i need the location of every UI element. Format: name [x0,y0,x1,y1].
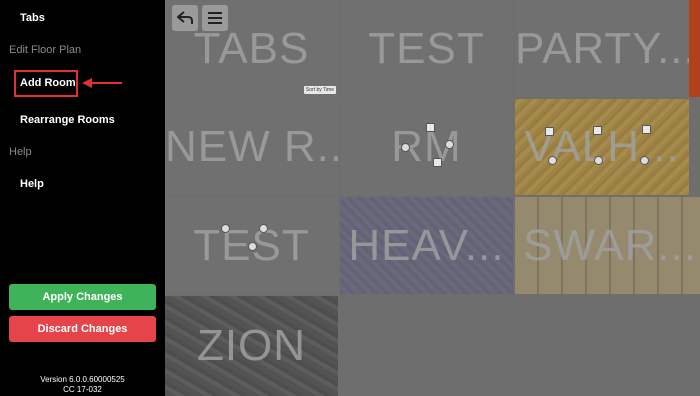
sidebar: Tabs Edit Floor Plan Add Room Rearrange … [0,0,165,396]
table-marker [426,123,435,132]
table-marker [548,156,557,165]
version-text: Version 6.0.0.60000525 [40,375,125,384]
table-marker [593,126,602,135]
back-button[interactable] [172,5,198,31]
menu-item-tabs[interactable]: Tabs [20,12,45,24]
table-marker [248,242,257,251]
room-tile[interactable]: ZION [165,296,338,396]
party-tile-edge [689,0,700,97]
table-marker [640,156,649,165]
room-label: TEST [368,23,485,73]
room-grid: TABS Sort by Time TEST PARTY... NEW R...… [165,0,700,396]
edit-floor-plan-header: Edit Floor Plan [9,44,82,56]
room-tile[interactable]: SWAR... [515,197,700,294]
room-tile[interactable]: TEST [165,197,338,294]
left-arrow-icon [82,78,122,88]
menu-item-help[interactable]: Help [20,178,44,190]
room-tile[interactable]: RM [340,99,513,195]
menu-button[interactable] [202,5,228,31]
table-marker [594,156,603,165]
room-label: TABS [193,23,310,73]
menu-item-add-room[interactable]: Add Room [20,77,76,89]
room-label: NEW R... [165,122,338,171]
room-tile[interactable]: NEW R... [165,99,338,195]
help-header: Help [9,146,32,158]
cc-text: CC 17-032 [63,385,102,394]
table-marker [642,125,651,134]
table-marker [401,143,410,152]
empty-area [340,296,700,396]
table-marker [259,224,268,233]
table-marker [545,127,554,136]
sort-tag[interactable]: Sort by Time [303,86,336,94]
room-label: VALH... [524,122,680,171]
room-tile[interactable]: HEAV... [340,197,513,294]
table-marker [221,224,230,233]
room-label: PARTY... [515,23,689,73]
table-marker [433,158,442,167]
table-marker [445,140,454,149]
hamburger-menu-icon [208,12,222,24]
room-label: ZION [196,321,307,370]
room-tile[interactable]: PARTY... [515,0,689,97]
back-arrow-icon [177,11,193,24]
room-tile[interactable]: VALH... [515,99,689,195]
discard-changes-button[interactable]: Discard Changes [9,316,156,342]
menu-item-rearrange-rooms[interactable]: Rearrange Rooms [20,114,115,126]
room-label: SWAR... [523,220,698,270]
room-tile[interactable]: TEST [340,0,513,97]
apply-changes-button[interactable]: Apply Changes [9,284,156,310]
room-label: HEAV... [348,220,505,270]
